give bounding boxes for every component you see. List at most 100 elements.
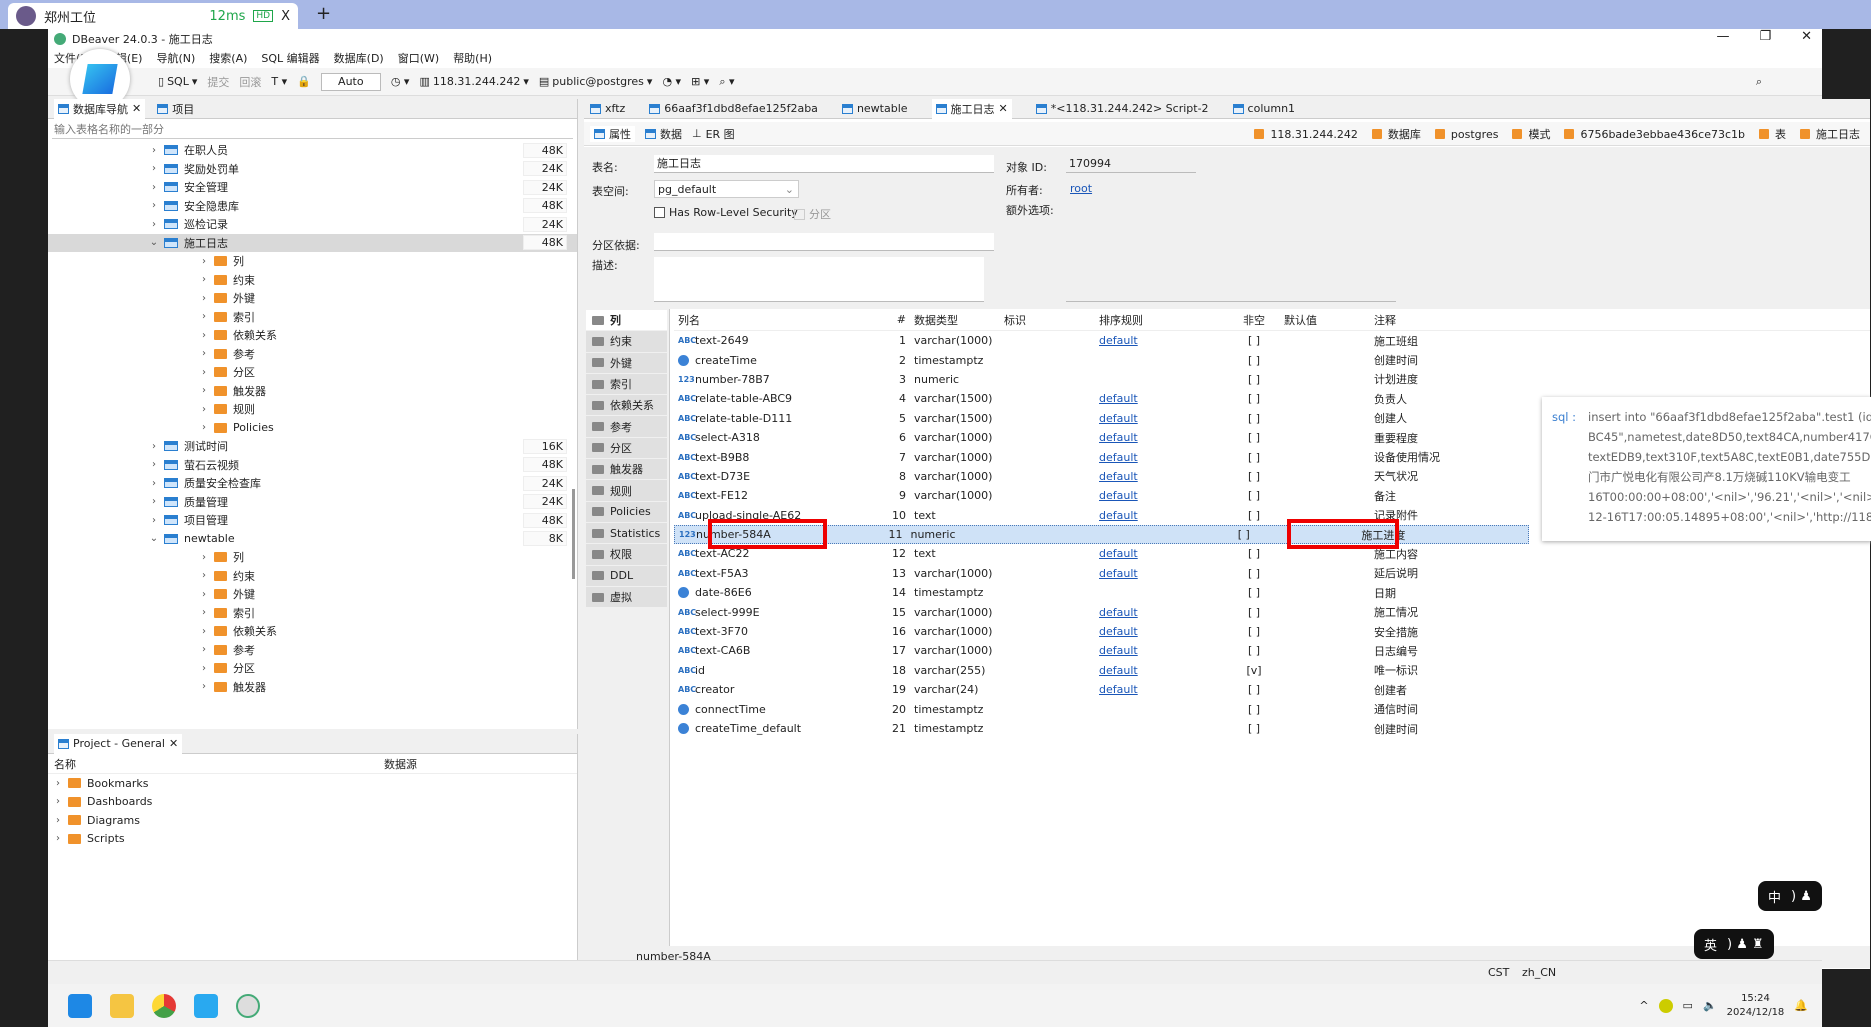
cell-排序规则[interactable]: default xyxy=(1099,470,1224,483)
table-row[interactable]: ABC creator 19 varchar(24) default [ ] 创建者 xyxy=(674,680,1870,699)
chevron-right-icon[interactable]: › xyxy=(148,459,160,470)
notification-icon[interactable]: 🔔 xyxy=(1794,999,1808,1012)
partition-checkbox[interactable]: 分区 xyxy=(794,206,831,222)
chevron-right-icon[interactable]: › xyxy=(148,219,160,230)
table-row[interactable]: ABC text-2649 1 varchar(1000) default [ ] 施工班组 xyxy=(674,331,1870,350)
chevron-right-icon[interactable]: › xyxy=(148,182,160,193)
vertical-tab[interactable]: 规则 xyxy=(586,480,667,501)
new-tab-button[interactable]: + xyxy=(316,3,331,24)
table-row[interactable]: createTime_default 21 timestamptz [ ] 创建时间 xyxy=(674,719,1870,738)
close-button[interactable]: ✕ xyxy=(1801,29,1812,44)
partition-by-field[interactable] xyxy=(654,233,994,251)
breadcrumb-item[interactable]: 数据库 xyxy=(1371,126,1421,142)
search-icon[interactable]: ⌕ ▾ xyxy=(719,75,734,89)
tree-item[interactable]: › 约束 xyxy=(48,271,577,290)
cell-排序规则[interactable]: default xyxy=(1099,451,1224,464)
chevron-right-icon[interactable]: › xyxy=(198,626,210,637)
commit-button[interactable]: 提交 xyxy=(207,74,229,90)
menu-sql-editor[interactable]: SQL 编辑器 xyxy=(261,50,319,66)
column-header[interactable]: 注释 xyxy=(1374,312,1544,328)
tree-item[interactable]: › 依赖关系 xyxy=(48,326,577,345)
chevron-right-icon[interactable]: › xyxy=(198,330,210,341)
table-row[interactable]: ABC id 18 varchar(255) default [v] 唯一标识 xyxy=(674,661,1870,680)
chevron-down-icon[interactable]: ⌄ xyxy=(148,237,160,248)
project-item[interactable]: › Diagrams xyxy=(48,811,577,830)
chevron-right-icon[interactable]: › xyxy=(198,570,210,581)
chevron-right-icon[interactable]: › xyxy=(198,293,210,304)
file-explorer-icon[interactable] xyxy=(110,993,134,1018)
tab-projects[interactable]: 项目 xyxy=(157,101,194,117)
editor-tab[interactable]: newtable xyxy=(841,102,908,115)
table-name-field[interactable]: 施工日志 xyxy=(654,155,994,173)
todesk-icon[interactable] xyxy=(194,993,218,1018)
maximize-button[interactable]: ❐ xyxy=(1759,29,1771,44)
tree-item[interactable]: › 索引 xyxy=(48,604,577,623)
tree-item[interactable]: › 分区 xyxy=(48,659,577,678)
breadcrumb-item[interactable]: 6756bade3ebbae436ce73c1b xyxy=(1564,126,1745,142)
ime-toolbar-2[interactable]: 中) ♟ xyxy=(1758,881,1822,911)
cell-排序规则[interactable]: default xyxy=(1099,664,1224,677)
tree-item[interactable]: › 触发器 xyxy=(48,678,577,697)
cell-排序规则[interactable]: default xyxy=(1099,547,1224,560)
column-header[interactable]: 标识 xyxy=(1004,312,1099,328)
cell-排序规则[interactable]: default xyxy=(1099,489,1224,502)
table-row[interactable]: ABC text-F5A3 13 varchar(1000) default [ ] 延后说… xyxy=(674,564,1870,583)
chevron-right-icon[interactable]: › xyxy=(148,145,160,156)
cell-排序规则[interactable]: default xyxy=(1099,392,1224,405)
chevron-right-icon[interactable]: › xyxy=(198,385,210,396)
chevron-right-icon[interactable]: › xyxy=(198,348,210,359)
browser-tab[interactable]: 郑州工位 12ms HD X xyxy=(8,3,298,29)
editor-tab[interactable]: 施工日志 ✕ xyxy=(931,98,1012,119)
tab-database-navigator[interactable]: 数据库导航 ✕ xyxy=(54,98,146,119)
connection-select[interactable]: ▥ 118.31.244.242 ▾ xyxy=(419,75,528,88)
tree-item[interactable]: › 萤石云视频 48K xyxy=(48,456,577,475)
menu-window[interactable]: 窗口(W) xyxy=(398,50,439,66)
chrome-icon[interactable] xyxy=(152,993,176,1018)
chevron-right-icon[interactable]: › xyxy=(198,256,210,267)
chevron-right-icon[interactable]: › xyxy=(148,496,160,507)
chevron-right-icon[interactable]: › xyxy=(198,422,210,433)
vertical-tab[interactable]: 外键 xyxy=(586,352,667,373)
table-row[interactable]: connectTime 20 timestamptz [ ] 通信时间 xyxy=(674,699,1870,718)
chevron-right-icon[interactable]: › xyxy=(198,367,210,378)
editor-tab[interactable]: 66aaf3f1dbd8efae125f2aba xyxy=(649,102,818,115)
chevron-right-icon[interactable]: › xyxy=(198,607,210,618)
vertical-tab[interactable]: 权限 xyxy=(586,544,667,565)
tree-item[interactable]: › 参考 xyxy=(48,345,577,364)
tree-item[interactable]: › 巡检记录 24K xyxy=(48,215,577,234)
chevron-right-icon[interactable]: › xyxy=(198,404,210,415)
tree-item[interactable]: › 列 xyxy=(48,548,577,567)
table-row[interactable]: date-86E6 14 timestamptz [ ] 日期 xyxy=(674,583,1870,602)
network-icon[interactable]: ▭ xyxy=(1683,999,1693,1012)
menu-database[interactable]: 数据库(D) xyxy=(334,50,384,66)
tree-item[interactable]: › 规则 xyxy=(48,400,577,419)
lock-icon[interactable]: 🔒 xyxy=(297,75,311,88)
vertical-tab[interactable]: 参考 xyxy=(586,416,667,437)
tablespace-select[interactable]: pg_default ⌄ xyxy=(654,180,799,198)
chevron-right-icon[interactable]: › xyxy=(52,778,64,789)
chevron-right-icon[interactable]: › xyxy=(198,681,210,692)
column-header[interactable]: 数据类型 xyxy=(914,312,1004,328)
tree-item[interactable]: › 质量安全检查库 24K xyxy=(48,474,577,493)
tree-item[interactable]: › 安全隐患库 48K xyxy=(48,197,577,216)
tree-item[interactable]: › 在职人员 48K xyxy=(48,141,577,160)
vertical-tab[interactable]: 触发器 xyxy=(586,459,667,480)
breadcrumb-item[interactable]: 施工日志 xyxy=(1800,126,1860,142)
cell-排序规则[interactable]: default xyxy=(1099,644,1224,657)
dbeaver-taskbar-icon[interactable] xyxy=(236,993,260,1018)
close-icon[interactable]: ✕ xyxy=(999,102,1008,115)
tree-item[interactable]: › 奖励处罚单 24K xyxy=(48,160,577,179)
cell-排序规则[interactable]: default xyxy=(1099,606,1224,619)
tree-item[interactable]: › 测试时间 16K xyxy=(48,437,577,456)
minimize-button[interactable]: — xyxy=(1716,29,1729,44)
dashboard-icon[interactable]: ◔ ▾ xyxy=(662,75,681,88)
chevron-right-icon[interactable]: › xyxy=(52,815,64,826)
owner-link[interactable]: root xyxy=(1070,182,1092,195)
tree-item[interactable]: › 安全管理 24K xyxy=(48,178,577,197)
start-icon[interactable] xyxy=(68,993,92,1018)
breadcrumb-item[interactable]: postgres xyxy=(1434,126,1498,142)
cell-排序规则[interactable]: default xyxy=(1099,412,1224,425)
chevron-right-icon[interactable]: › xyxy=(198,663,210,674)
editor-tab[interactable]: column1 xyxy=(1232,102,1295,115)
project-item[interactable]: › Scripts xyxy=(48,830,577,849)
